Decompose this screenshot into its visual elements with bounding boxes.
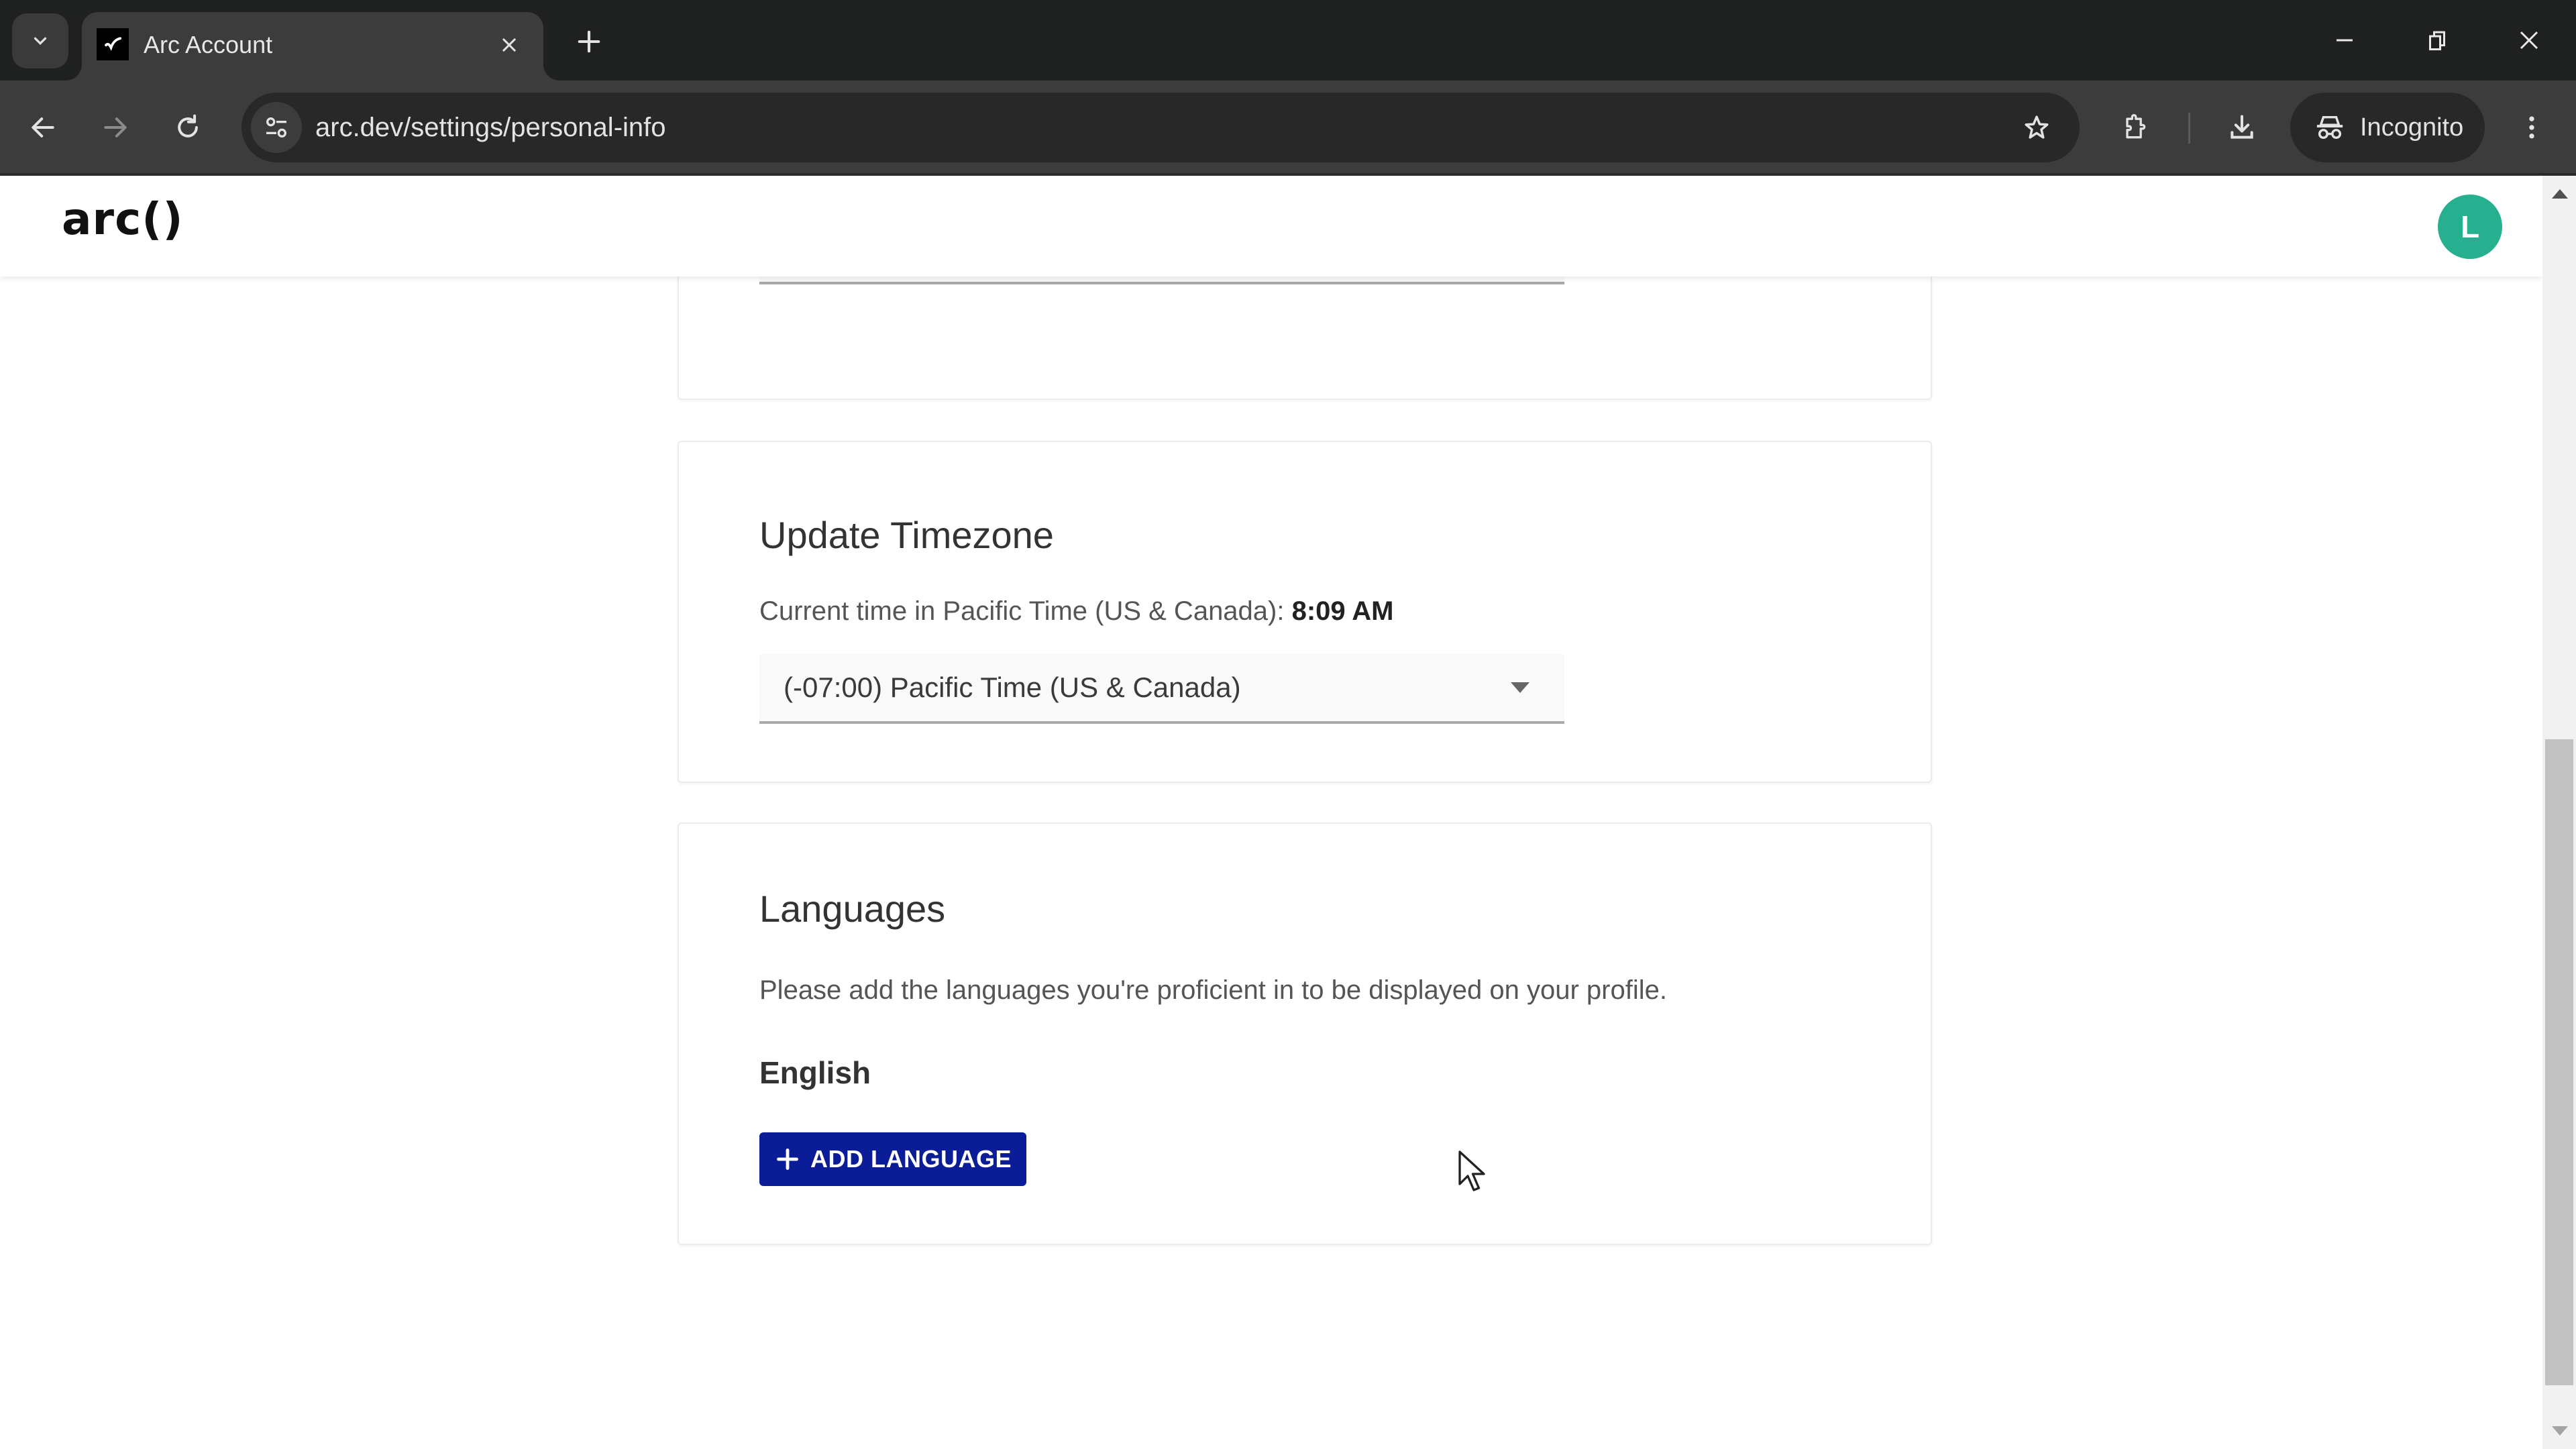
timezone-select-value: (-07:00) Pacific Time (US & Canada) bbox=[784, 672, 1241, 703]
tab-search-button[interactable] bbox=[12, 13, 68, 68]
arrow-left-icon bbox=[32, 117, 54, 138]
site-info-button[interactable] bbox=[251, 102, 302, 153]
current-time-value: 8:09 AM bbox=[1291, 596, 1394, 626]
close-icon bbox=[502, 38, 516, 52]
close-icon bbox=[2520, 31, 2538, 50]
incognito-label: Incognito bbox=[2360, 113, 2464, 142]
incognito-icon bbox=[2316, 115, 2343, 140]
page-viewport: arc() L Lauren Dale Deli Update Timezone… bbox=[0, 176, 2542, 1449]
puzzle-icon bbox=[2126, 114, 2146, 139]
plus-icon bbox=[578, 30, 600, 53]
tune-icon bbox=[266, 117, 286, 138]
restore-button[interactable] bbox=[2407, 13, 2467, 67]
scroll-up-arrow-icon[interactable] bbox=[2552, 189, 2568, 199]
minimize-button[interactable] bbox=[2314, 13, 2375, 67]
minimize-icon bbox=[2337, 39, 2353, 42]
arc-logo[interactable]: arc() bbox=[62, 193, 184, 245]
reload-icon bbox=[178, 114, 198, 138]
arc-favicon-icon bbox=[97, 28, 129, 60]
downloads-button[interactable] bbox=[2215, 101, 2269, 154]
scroll-down-arrow-icon[interactable] bbox=[2552, 1426, 2568, 1436]
back-button[interactable] bbox=[16, 101, 70, 154]
tab-title: Arc Account bbox=[144, 31, 273, 58]
mouse-cursor-icon bbox=[1458, 1150, 1485, 1191]
tab-strip: Arc Account bbox=[0, 0, 2576, 80]
toolbar-divider bbox=[2188, 113, 2190, 144]
restore-icon bbox=[2429, 31, 2445, 50]
timezone-title: Update Timezone bbox=[759, 514, 1054, 556]
new-tab-button[interactable] bbox=[569, 21, 609, 62]
current-time-label: Current time in Pacific Time (US & Canad… bbox=[759, 596, 1285, 626]
tab-close-button[interactable] bbox=[494, 30, 525, 60]
user-avatar[interactable]: L bbox=[2438, 195, 2502, 259]
page-scrollbar[interactable] bbox=[2542, 176, 2576, 1449]
languages-description: Please add the languages you're proficie… bbox=[759, 975, 1667, 1005]
site-header: arc() L bbox=[0, 176, 2542, 276]
incognito-profile-button[interactable]: Incognito bbox=[2290, 93, 2485, 162]
address-bar[interactable]: arc.dev/settings/personal-info bbox=[241, 93, 2080, 162]
language-item: English bbox=[759, 1055, 871, 1090]
plus-icon bbox=[777, 1148, 798, 1170]
scrollbar-thumb[interactable] bbox=[2545, 739, 2573, 1386]
add-language-button[interactable]: ADD LANGUAGE bbox=[759, 1132, 1026, 1186]
current-time-text: Current time in Pacific Time (US & Canad… bbox=[759, 596, 1394, 627]
timezone-card: Update Timezone Current time in Pacific … bbox=[678, 441, 1932, 783]
browser-menu-button[interactable] bbox=[2505, 101, 2559, 154]
arrow-right-icon bbox=[104, 117, 127, 138]
chevron-down-icon bbox=[34, 37, 47, 46]
reload-button[interactable] bbox=[161, 101, 215, 154]
timezone-select[interactable]: (-07:00) Pacific Time (US & Canada) bbox=[759, 654, 1564, 724]
languages-title: Languages bbox=[759, 888, 946, 930]
languages-card: Languages Please add the languages you'r… bbox=[678, 822, 1932, 1245]
forward-button[interactable] bbox=[89, 101, 142, 154]
avatar-initial: L bbox=[2460, 209, 2480, 244]
download-icon bbox=[2231, 115, 2253, 139]
extensions-button[interactable] bbox=[2108, 101, 2161, 154]
kebab-icon bbox=[2529, 116, 2534, 139]
close-window-button[interactable] bbox=[2499, 13, 2559, 67]
bookmark-button[interactable] bbox=[2010, 101, 2063, 154]
url-text[interactable]: arc.dev/settings/personal-info bbox=[315, 110, 666, 145]
browser-toolbar: arc.dev/settings/personal-info Incognito bbox=[0, 80, 2576, 176]
active-tab[interactable]: Arc Account bbox=[82, 12, 543, 80]
caret-down-icon bbox=[1511, 682, 1529, 693]
star-icon bbox=[2025, 115, 2049, 139]
add-language-label: ADD LANGUAGE bbox=[810, 1145, 1012, 1173]
